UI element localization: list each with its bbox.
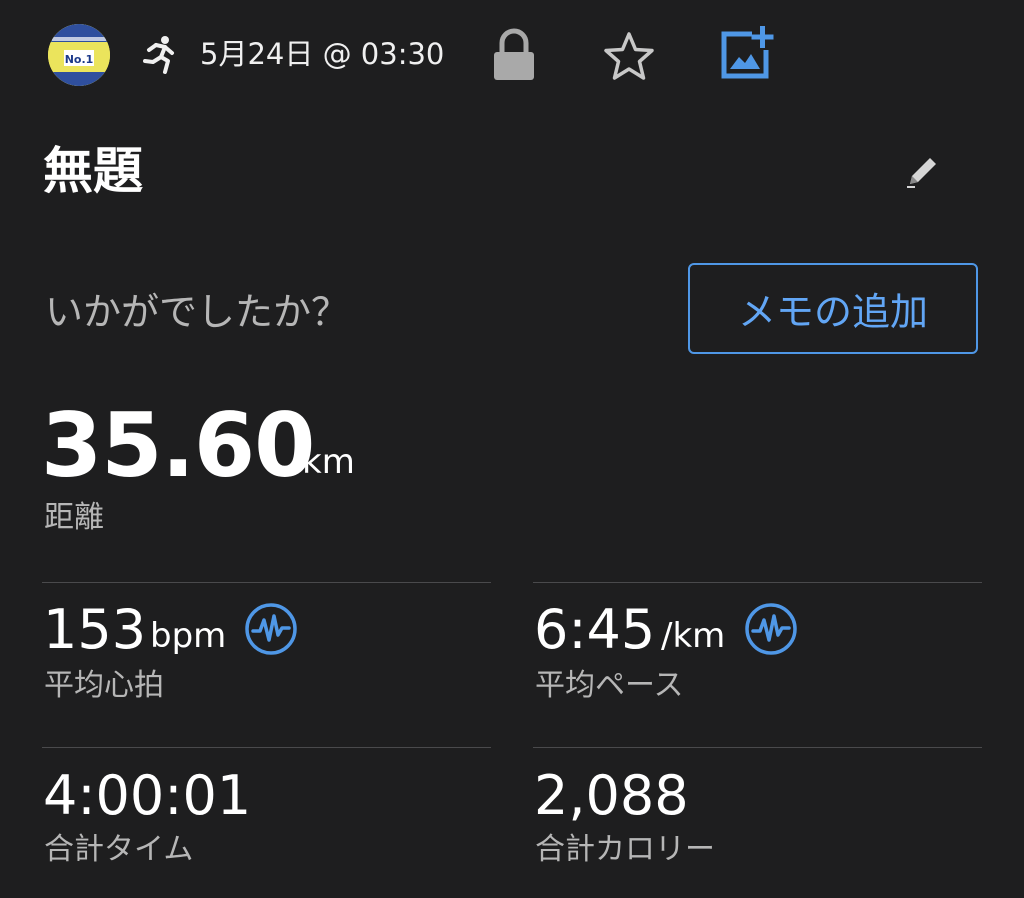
divider	[42, 582, 491, 583]
distance-value: 35.60	[41, 394, 315, 497]
pencil-icon[interactable]	[902, 150, 944, 192]
distance-unit: km	[302, 442, 355, 482]
distance-label: 距離	[44, 500, 104, 535]
add-memo-button[interactable]: メモの追加	[688, 263, 978, 354]
divider	[533, 747, 982, 748]
heart-rate-unit: bpm	[150, 616, 227, 656]
total-time-value: 4:00:01	[43, 764, 252, 827]
heart-rate-icon[interactable]	[244, 602, 298, 656]
race-bib-avatar-icon: No.1	[48, 24, 110, 86]
avatar[interactable]: No.1	[48, 24, 110, 86]
lock-icon[interactable]	[490, 28, 538, 82]
heart-rate-value: 153	[43, 598, 147, 661]
activity-title: 無題	[43, 142, 143, 200]
add-photo-icon[interactable]	[718, 24, 776, 82]
svg-text:No.1: No.1	[65, 53, 94, 66]
pace-unit: /km	[661, 616, 726, 656]
calories-value: 2,088	[534, 764, 689, 827]
divider	[533, 582, 982, 583]
star-icon[interactable]	[603, 30, 655, 82]
total-time-label: 合計タイム	[44, 832, 194, 867]
heart-rate-label: 平均心拍	[44, 668, 164, 703]
feedback-prompt: いかがでしたか？	[45, 290, 350, 334]
running-icon	[138, 34, 178, 74]
heart-rate-icon[interactable]	[744, 602, 798, 656]
pace-value: 6:45	[534, 598, 656, 661]
divider	[42, 747, 491, 748]
calories-label: 合計カロリー	[535, 832, 715, 867]
pace-label: 平均ペース	[535, 668, 684, 703]
activity-datetime: 5月24日 @ 03:30	[200, 37, 445, 71]
